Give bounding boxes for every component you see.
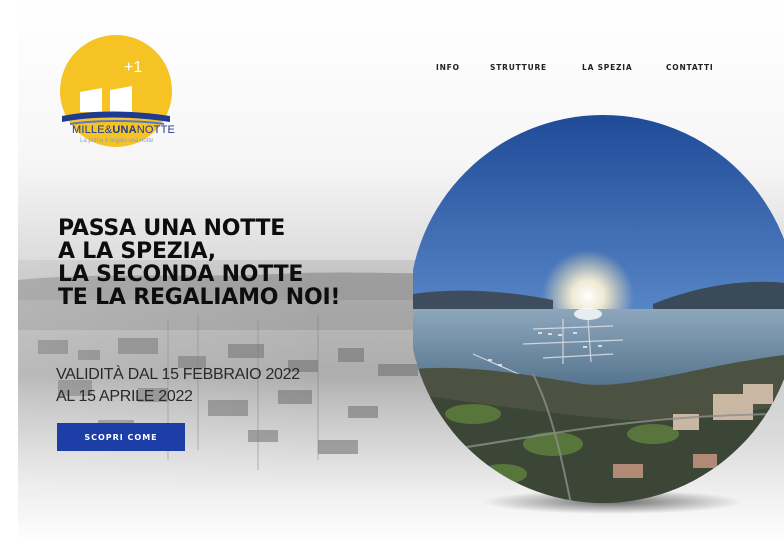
landing-page: +1 MILLE&UNANOTTE La prima è regalo una … bbox=[18, 0, 784, 544]
nav-item-info[interactable]: INFO bbox=[436, 63, 460, 72]
nav-item-contatti[interactable]: CONTATTI bbox=[666, 63, 714, 72]
validity-line: VALIDITÀ DAL 15 FEBBRAIO 2022 bbox=[56, 366, 300, 383]
headline-line: TE LA REGALIAMO NOI! bbox=[58, 285, 341, 310]
discover-button[interactable]: SCOPRI COME bbox=[57, 423, 185, 451]
headline-line: LA SECONDA NOTTE bbox=[58, 262, 304, 287]
nav-item-la-spezia[interactable]: LA SPEZIA bbox=[582, 63, 632, 72]
validity-period: VALIDITÀ DAL 15 FEBBRAIO 2022 AL 15 APRI… bbox=[56, 364, 300, 408]
brand-logo[interactable]: +1 MILLE&UNANOTTE La prima è regalo una … bbox=[52, 30, 182, 155]
logo-mark-icon: +1 bbox=[62, 59, 170, 125]
brand-tagline: La prima è regalo una notte bbox=[80, 138, 154, 144]
brand-name: MILLE&UNANOTTE bbox=[72, 124, 176, 136]
main-nav: INFO STRUTTURE LA SPEZIA CONTATTI bbox=[18, 63, 784, 77]
headline-line: A LA SPEZIA, bbox=[58, 239, 216, 264]
headline-line: PASSA UNA NOTTE bbox=[58, 216, 286, 241]
la-spezia-aerial-photo bbox=[413, 115, 784, 514]
nav-item-strutture[interactable]: STRUTTURE bbox=[490, 63, 547, 72]
hero-headline: PASSA UNA NOTTE A LA SPEZIA, LA SECONDA … bbox=[58, 217, 448, 309]
validity-line: AL 15 APRILE 2022 bbox=[56, 388, 193, 405]
